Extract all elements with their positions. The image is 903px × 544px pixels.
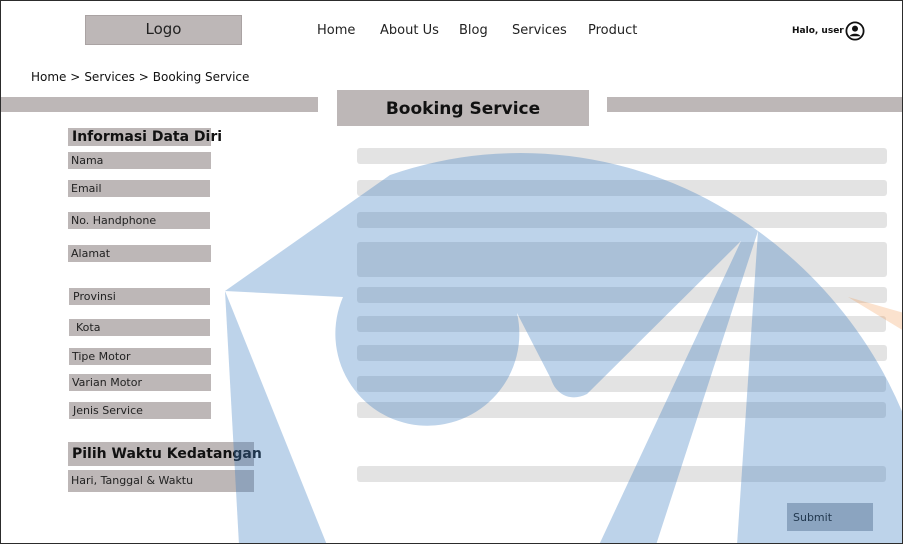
- label-hari-tanggal-waktu: Hari, Tanggal & Waktu: [68, 470, 254, 492]
- no-handphone-input[interactable]: [357, 212, 887, 228]
- section-heading-schedule: Pilih Waktu Kedatangan: [68, 442, 262, 466]
- nav-blog[interactable]: Blog: [459, 23, 488, 38]
- label-varian-motor: Varian Motor: [69, 374, 211, 391]
- section-heading-personal: Informasi Data Diri: [68, 128, 222, 146]
- user-greeting: Halo, user: [792, 26, 844, 36]
- logo[interactable]: Logo: [85, 15, 242, 45]
- kota-input[interactable]: [357, 316, 886, 332]
- breadcrumb-services[interactable]: Services >: [84, 70, 148, 84]
- jenis-service-input[interactable]: [357, 402, 886, 418]
- label-no-handphone: No. Handphone: [68, 212, 210, 229]
- email-input[interactable]: [357, 180, 887, 196]
- label-tipe-motor: Tipe Motor: [69, 348, 211, 365]
- varian-motor-input[interactable]: [357, 376, 886, 392]
- title-band-right: [607, 97, 902, 112]
- booking-page: Logo Home About Us Blog Services Product…: [0, 0, 903, 544]
- nav-home[interactable]: Home: [317, 23, 355, 38]
- label-provinsi: Provinsi: [69, 288, 210, 305]
- provinsi-input[interactable]: [357, 287, 887, 303]
- nav-product[interactable]: Product: [588, 23, 637, 38]
- breadcrumb: Home > Services > Booking Service: [31, 70, 253, 84]
- label-email: Email: [68, 180, 210, 197]
- label-kota: Kota: [69, 319, 210, 336]
- user-account-icon[interactable]: [845, 21, 865, 41]
- page-title: Booking Service: [337, 90, 589, 126]
- submit-button[interactable]: Submit: [787, 503, 873, 531]
- label-alamat: Alamat: [68, 245, 211, 262]
- breadcrumb-current: Booking Service: [152, 70, 250, 84]
- hari-tanggal-waktu-input[interactable]: [357, 466, 886, 482]
- nama-input[interactable]: [357, 148, 887, 164]
- label-jenis-service: Jenis Service: [69, 402, 211, 419]
- breadcrumb-home[interactable]: Home >: [31, 70, 80, 84]
- alamat-input[interactable]: [357, 242, 887, 277]
- nav-services[interactable]: Services: [512, 23, 567, 38]
- nav-about-us[interactable]: About Us: [380, 23, 439, 38]
- tipe-motor-input[interactable]: [357, 345, 887, 361]
- title-band-left: [1, 97, 318, 112]
- label-nama: Nama: [68, 152, 211, 169]
